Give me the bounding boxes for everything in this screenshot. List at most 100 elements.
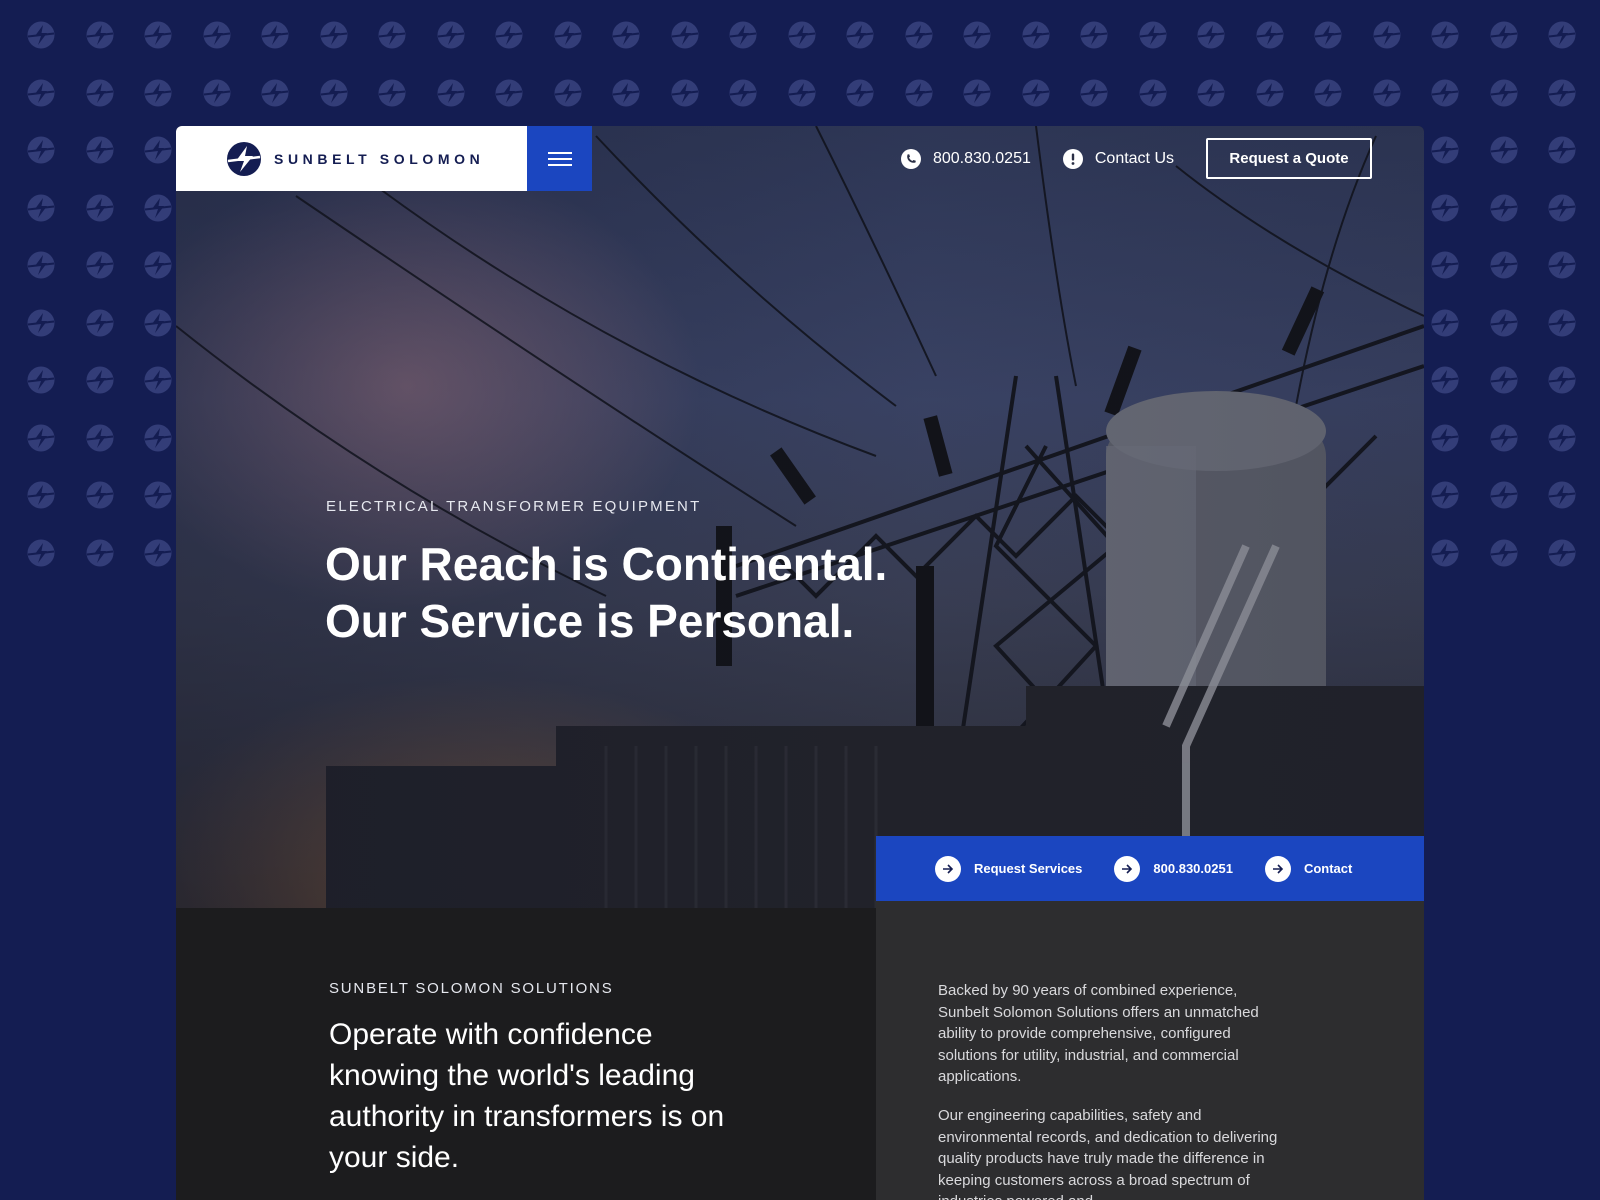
- request-quote-button[interactable]: Request a Quote: [1206, 138, 1372, 179]
- pattern-bolt-icon: [86, 79, 113, 106]
- pattern-bolt-icon: [1373, 21, 1400, 49]
- contact-quick-label: Contact: [1303, 861, 1353, 876]
- pattern-bolt-icon: [1139, 79, 1166, 106]
- pattern-bolt-icon: [86, 309, 113, 336]
- pattern-bolt-icon: [27, 366, 55, 394]
- pattern-bolt-icon: [27, 481, 55, 509]
- pattern-bolt-icon: [1490, 539, 1517, 566]
- pattern-bolt-icon: [203, 79, 230, 106]
- pattern-bolt-icon: [144, 79, 172, 106]
- exclamation-circle-icon: [1062, 148, 1083, 169]
- pattern-bolt-icon: [320, 79, 347, 106]
- pattern-bolt-icon: [612, 79, 640, 106]
- pattern-bolt-icon: [1490, 251, 1517, 279]
- pattern-bolt-icon: [1490, 366, 1517, 394]
- pattern-bolt-icon: [86, 539, 113, 566]
- pattern-bolt-icon: [1548, 481, 1576, 509]
- pattern-bolt-icon: [1314, 79, 1342, 106]
- phone-quick-link[interactable]: 800.830.0251: [1114, 855, 1233, 882]
- pattern-bolt-icon: [261, 21, 289, 49]
- arrow-right-icon: [935, 855, 961, 882]
- contact-us-label: Contact Us: [1094, 149, 1174, 167]
- solutions-paragraph-1: Backed by 90 years of combined experienc…: [938, 982, 1259, 1085]
- pattern-bolt-icon: [963, 21, 991, 49]
- menu-button[interactable]: [527, 126, 592, 191]
- request-services-label: Request Services: [974, 861, 1083, 876]
- pattern-bolt-icon: [86, 136, 113, 164]
- pattern-bolt-icon: [27, 539, 55, 566]
- phone-label: 800.830.0251: [932, 149, 1031, 167]
- pattern-bolt-icon: [1139, 21, 1166, 49]
- pattern-bolt-icon: [788, 21, 815, 49]
- pattern-bolt-icon: [1256, 21, 1283, 49]
- hero-title-line-2: Our Service is Personal.: [325, 595, 855, 647]
- pattern-bolt-icon: [144, 539, 172, 566]
- pattern-bolt-icon: [1490, 79, 1517, 106]
- pattern-bolt-icon: [1431, 194, 1459, 221]
- pattern-bolt-icon: [261, 79, 289, 106]
- pattern-bolt-icon: [1256, 79, 1283, 106]
- pattern-bolt-icon: [86, 251, 113, 279]
- pattern-bolt-icon: [1431, 309, 1459, 336]
- pattern-bolt-icon: [27, 136, 55, 164]
- contact-quick-link[interactable]: Contact: [1264, 855, 1353, 882]
- pattern-bolt-icon: [1548, 539, 1576, 566]
- arrow-right-icon: [1264, 855, 1291, 882]
- pattern-bolt-icon: [1431, 424, 1459, 451]
- pattern-bolt-icon: [1373, 79, 1400, 106]
- pattern-bolt-icon: [1548, 309, 1576, 336]
- logo[interactable]: SUNBELT SOLOMON: [176, 126, 527, 191]
- hero-section: SUNBELT SOLOMON 800.830.0251 Contact Us …: [176, 126, 1424, 908]
- pattern-bolt-icon: [27, 251, 55, 279]
- pattern-bolt-icon: [1490, 194, 1517, 221]
- pattern-bolt-icon: [846, 21, 874, 49]
- pattern-bolt-icon: [144, 21, 172, 49]
- pattern-bolt-icon: [846, 79, 874, 106]
- pattern-bolt-icon: [1548, 366, 1576, 394]
- pattern-bolt-icon: [1431, 251, 1459, 279]
- pattern-bolt-icon: [1431, 136, 1459, 164]
- solutions-description: Backed by 90 years of combined experienc…: [876, 901, 1424, 1200]
- hamburger-menu-icon: [547, 151, 572, 166]
- pattern-bolt-icon: [671, 21, 698, 49]
- pattern-bolt-icon: [554, 79, 581, 106]
- pattern-bolt-icon: [1080, 79, 1108, 106]
- pattern-bolt-icon: [1314, 21, 1342, 49]
- pattern-bolt-icon: [963, 79, 991, 106]
- pattern-bolt-icon: [1197, 21, 1225, 49]
- pattern-bolt-icon: [554, 21, 581, 49]
- pattern-bolt-icon: [612, 21, 640, 49]
- pattern-bolt-icon: [905, 79, 932, 106]
- pattern-bolt-icon: [437, 79, 464, 106]
- pattern-bolt-icon: [1022, 79, 1049, 106]
- pattern-bolt-icon: [86, 194, 113, 221]
- pattern-bolt-icon: [27, 424, 55, 451]
- pattern-bolt-icon: [144, 251, 172, 279]
- pattern-bolt-icon: [1490, 424, 1517, 451]
- pattern-bolt-icon: [27, 79, 55, 106]
- solutions-section: SUNBELT SOLOMON SOLUTIONS Operate with c…: [176, 908, 876, 1200]
- website-frame: SUNBELT SOLOMON 800.830.0251 Contact Us …: [176, 126, 1424, 1200]
- pattern-bolt-icon: [1490, 309, 1517, 336]
- pattern-bolt-icon: [1548, 136, 1576, 164]
- hero-title-line-1: Our Reach is Continental.: [325, 538, 888, 590]
- hero-title: Our Reach is Continental. Our Service is…: [325, 536, 1045, 650]
- pattern-bolt-icon: [1431, 79, 1459, 106]
- phone-link[interactable]: 800.830.0251: [900, 148, 1031, 169]
- contact-us-link[interactable]: Contact Us: [1062, 148, 1174, 169]
- request-services-link[interactable]: Request Services: [935, 855, 1083, 882]
- pattern-bolt-icon: [1431, 481, 1459, 509]
- pattern-bolt-icon: [1022, 21, 1049, 49]
- pattern-bolt-icon: [1431, 366, 1459, 394]
- pattern-bolt-icon: [1431, 539, 1459, 566]
- solutions-eyebrow: SUNBELT SOLOMON SOLUTIONS: [329, 980, 614, 997]
- pattern-bolt-icon: [437, 21, 464, 49]
- pattern-bolt-icon: [1490, 136, 1517, 164]
- pattern-bolt-icon: [144, 309, 172, 336]
- pattern-bolt-icon: [144, 481, 172, 509]
- pattern-bolt-icon: [27, 309, 55, 336]
- pattern-bolt-icon: [144, 194, 172, 221]
- pattern-bolt-icon: [86, 481, 113, 509]
- pattern-bolt-icon: [203, 21, 230, 49]
- pattern-bolt-icon: [1548, 251, 1576, 279]
